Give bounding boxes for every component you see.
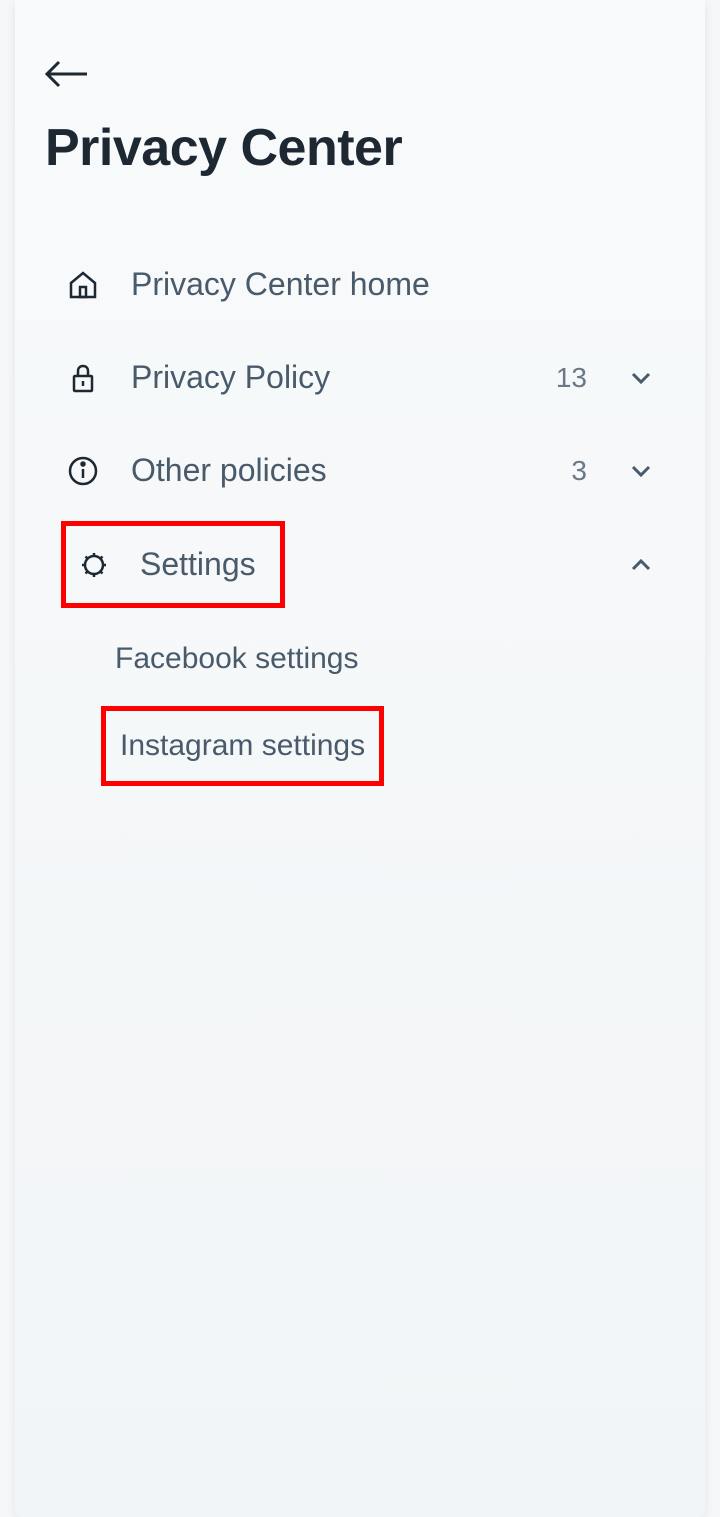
settings-sub-list: Facebook settings Instagram settings: [15, 618, 705, 786]
back-button[interactable]: [15, 40, 705, 118]
nav-list: Privacy Center home Privacy Policy 13: [15, 238, 705, 517]
nav-item-label: Settings: [140, 546, 256, 583]
nav-item-label: Other policies: [131, 452, 541, 489]
sub-item-facebook-settings[interactable]: Facebook settings: [45, 618, 675, 700]
nav-item-settings-row: Settings: [15, 521, 705, 608]
page-title: Privacy Center: [15, 118, 705, 238]
nav-item-privacy-policy[interactable]: Privacy Policy 13: [45, 331, 675, 424]
arrow-left-icon: [45, 60, 89, 88]
info-icon: [65, 453, 101, 489]
sub-item-instagram-settings-container: Instagram settings: [45, 700, 675, 786]
nav-item-count: 13: [556, 362, 587, 394]
nav-item-count: 3: [571, 455, 587, 487]
home-icon: [65, 267, 101, 303]
sub-item-label: Instagram settings: [120, 729, 365, 762]
chevron-up-icon: [627, 551, 655, 579]
nav-item-other-policies[interactable]: Other policies 3: [45, 424, 675, 517]
nav-item-label: Privacy Policy: [131, 359, 526, 396]
nav-item-home[interactable]: Privacy Center home: [45, 238, 675, 331]
lock-icon: [65, 360, 101, 396]
nav-item-settings[interactable]: Settings: [61, 521, 285, 608]
chevron-down-icon: [627, 457, 655, 485]
sub-item-label: Facebook settings: [115, 642, 358, 675]
sub-item-instagram-settings[interactable]: Instagram settings: [101, 706, 384, 786]
gear-icon: [76, 547, 112, 583]
chevron-down-icon: [627, 364, 655, 392]
privacy-center-panel: Privacy Center Privacy Center home Priva…: [15, 0, 705, 1517]
nav-item-label: Privacy Center home: [131, 266, 655, 303]
